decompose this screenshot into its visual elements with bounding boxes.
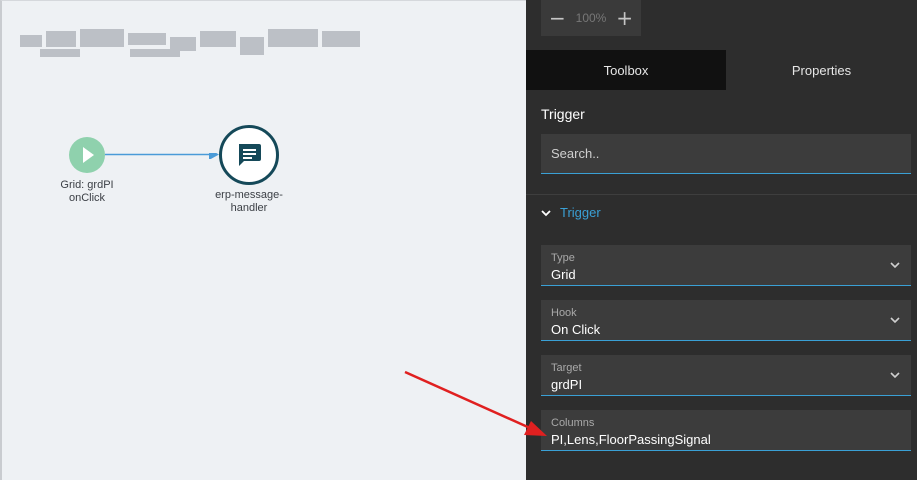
type-label: Type xyxy=(551,252,575,264)
zoom-control: − 100% + xyxy=(541,0,641,36)
zoom-in-button[interactable]: + xyxy=(616,8,633,28)
flow-canvas[interactable]: Grid: grdPI onClick erp-message- handler xyxy=(0,0,526,480)
trigger-node[interactable] xyxy=(69,137,105,173)
divider xyxy=(526,194,917,195)
trigger-label-line2: onClick xyxy=(68,192,106,204)
redacted-title xyxy=(20,27,360,61)
hook-select[interactable]: Hook On Click xyxy=(541,300,911,341)
type-select[interactable]: Type Grid xyxy=(541,245,911,286)
chevron-down-icon xyxy=(890,262,900,269)
tab-toolbox[interactable]: Toolbox xyxy=(526,50,726,90)
zoom-level: 100% xyxy=(575,11,607,25)
trigger-section-label: Trigger xyxy=(560,205,601,220)
panel-tabs: Toolbox Properties xyxy=(526,50,917,90)
type-value: Grid xyxy=(551,267,576,282)
trigger-section-toggle[interactable]: Trigger xyxy=(541,205,601,220)
columns-field[interactable]: Columns PI,Lens,FloorPassingSignal xyxy=(541,410,911,451)
trigger-label-line1: Grid: grdPI xyxy=(60,179,114,191)
handler-node[interactable] xyxy=(219,125,279,185)
section-title: Trigger xyxy=(541,106,585,122)
handler-node-label: erp-message- handler xyxy=(205,189,293,215)
message-icon xyxy=(239,144,261,166)
chevron-down-icon xyxy=(890,372,900,379)
flow-connector xyxy=(105,153,219,159)
play-icon xyxy=(83,147,94,163)
target-select[interactable]: Target grdPI xyxy=(541,355,911,396)
search-input[interactable] xyxy=(541,134,911,174)
chevron-down-icon xyxy=(890,317,900,324)
target-value: grdPI xyxy=(551,377,583,392)
hook-label: Hook xyxy=(551,307,577,319)
columns-label: Columns xyxy=(551,417,595,429)
hook-value: On Click xyxy=(551,322,601,337)
columns-value: PI,Lens,FloorPassingSignal xyxy=(551,432,711,447)
chevron-down-icon xyxy=(541,209,551,216)
handler-label-line1: erp-message- xyxy=(215,189,283,201)
handler-label-line2: handler xyxy=(230,202,268,214)
properties-panel: − 100% + Toolbox Properties Trigger Trig… xyxy=(526,0,917,480)
tab-properties[interactable]: Properties xyxy=(726,50,917,90)
trigger-node-label: Grid: grdPI onClick xyxy=(46,179,128,205)
target-label: Target xyxy=(551,362,582,374)
zoom-out-button[interactable]: − xyxy=(549,8,566,28)
